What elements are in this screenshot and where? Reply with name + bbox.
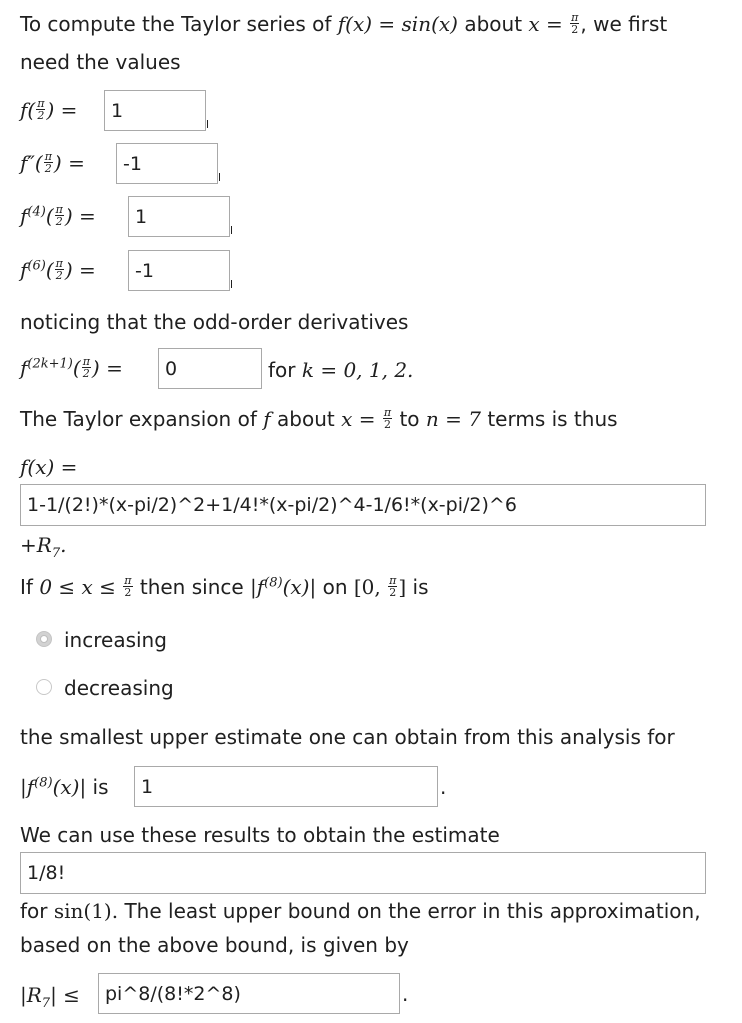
pi-over-2: π2 — [570, 11, 580, 36]
period-mark: . — [440, 775, 447, 799]
comma-mark — [231, 226, 232, 234]
taylor-line: The Taylor expansion of f about x = π2 t… — [20, 406, 618, 431]
f4-value-input[interactable]: 1 — [128, 196, 230, 237]
f-value-input[interactable]: 1 — [104, 90, 206, 131]
for-sin-line: for sin(1). The least upper bound on the… — [20, 899, 701, 923]
f6-value-input[interactable]: -1 — [128, 250, 230, 291]
f2-label: f″(π 2) = — [20, 150, 85, 175]
f4-label: f(4)(π 2) = — [20, 203, 96, 228]
x-equals: x = — [528, 12, 563, 36]
remainder-term: +R7. — [20, 533, 67, 561]
odd-derivative-label: f(2k+1)(π 2) = — [20, 355, 123, 380]
we-can-text: We can use these results to obtain the e… — [20, 823, 500, 847]
function-definition: f(x) = sin(x) — [337, 12, 458, 36]
intro-line-2: need the values — [20, 50, 181, 74]
based-on-text: based on the above bound, is given by — [20, 933, 409, 957]
r7-label: |R7| ≤ — [20, 983, 80, 1011]
f2-value-input[interactable]: -1 — [116, 143, 218, 184]
taylor-expansion-input[interactable]: 1-1/(2!)*(x-pi/2)^2+1/4!*(x-pi/2)^4-1/6!… — [20, 484, 706, 526]
abs-f8-label: |f(8)(x)| is — [20, 775, 109, 799]
f6-label: f(6)(π 2) = — [20, 257, 96, 282]
noticing-text: noticing that the odd-order derivatives — [20, 310, 409, 334]
increasing-label[interactable]: increasing — [64, 628, 167, 652]
decreasing-label[interactable]: decreasing — [64, 676, 174, 700]
upper-estimate-input[interactable]: 1 — [134, 766, 438, 807]
period-mark: . — [402, 982, 409, 1006]
for-k-text: for k = 0, 1, 2. — [268, 358, 414, 382]
intro-text: To compute the Taylor series of — [20, 12, 332, 36]
increasing-radio[interactable] — [36, 631, 52, 647]
error-bound-input[interactable]: pi^8/(8!*2^8) — [98, 973, 400, 1014]
condition-line: If 0 ≤ x ≤ π2 then since |f(8)(x)| on [0… — [20, 574, 429, 599]
fx-equals: f(x) = — [20, 455, 78, 479]
odd-derivative-input[interactable]: 0 — [158, 348, 262, 389]
comma-mark — [231, 280, 232, 288]
estimate-input[interactable]: 1/8! — [20, 852, 706, 894]
about-text: about — [464, 12, 523, 36]
decreasing-radio[interactable] — [36, 679, 52, 695]
comma-mark — [219, 173, 220, 181]
intro-line-1: To compute the Taylor series of f(x) = s… — [20, 12, 667, 37]
comma-mark — [207, 120, 208, 128]
smallest-estimate-text: the smallest upper estimate one can obta… — [20, 725, 675, 749]
we-first-text: , we first — [580, 12, 668, 36]
f-label: f(π 2) = — [20, 97, 78, 122]
